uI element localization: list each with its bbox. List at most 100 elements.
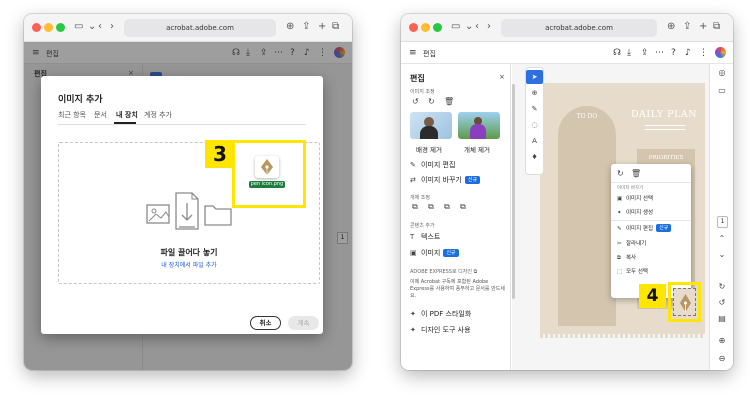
generate-image-item[interactable]: ✦ 이미지 생성 (617, 208, 653, 216)
continue-button[interactable]: 계속 (288, 316, 319, 330)
share-icon[interactable]: ⇪ (683, 20, 691, 34)
chevron-down-icon[interactable]: ⌄ (465, 20, 473, 34)
new-tab-icon[interactable]: + (699, 20, 707, 34)
stylize-pdf-item[interactable]: ✦ 이 PDF 스타일화 (410, 309, 471, 319)
arrange-front-icon[interactable]: ⧉ (412, 202, 418, 212)
headphones-icon[interactable]: ☊ (613, 46, 621, 60)
rotate-page-icon[interactable]: ↺ (710, 298, 733, 307)
url-text: acrobat.adobe.com (166, 24, 234, 32)
cut-item[interactable]: ✂ 잘라내기 (617, 239, 646, 247)
placed-image[interactable] (673, 288, 696, 316)
maximize-window-button[interactable] (433, 23, 442, 32)
help-icon[interactable]: ? (671, 46, 676, 60)
pen-tool-icon[interactable]: ✎ (526, 105, 543, 113)
forward-icon[interactable]: › (487, 20, 491, 34)
page-down-icon[interactable]: ⌄ (710, 250, 733, 259)
apps-grid-icon[interactable]: ⋮ (699, 46, 708, 60)
section-image-adjust: 이미지 조정 (410, 89, 435, 95)
copy-icon: ⧉ (617, 255, 621, 261)
group-icon[interactable]: ⧉ (444, 202, 450, 212)
trash-icon[interactable]: 🗑 (631, 169, 641, 178)
page-icon[interactable]: ▤ (710, 314, 733, 323)
replace-image-item[interactable]: ⇄ 이미지 바꾸기 신규 (410, 175, 481, 185)
zoom-in-icon[interactable]: ⊕ (710, 336, 733, 345)
rotate-right-icon[interactable]: ↻ (428, 97, 435, 106)
back-icon[interactable]: ‹ (475, 20, 479, 34)
minimize-window-button[interactable] (44, 23, 53, 32)
rotate-icon[interactable]: ↻ (617, 169, 624, 178)
rotate-left-icon[interactable]: ↺ (412, 97, 419, 106)
add-from-device-link[interactable]: 내 장치에서 파일 추가 (59, 260, 319, 269)
address-bar[interactable]: acrobat.adobe.com (501, 19, 657, 37)
add-text-item[interactable]: T 텍스트 (410, 232, 440, 242)
lasso-tool-icon[interactable]: ◌ (526, 121, 543, 129)
share-icon[interactable]: ⇪ (641, 46, 649, 60)
text-tool-icon[interactable]: A (526, 137, 543, 145)
tabs-overview-icon[interactable]: ⧉ (332, 20, 339, 34)
sidebar-toggle-icon[interactable]: ▭ (451, 20, 460, 34)
copy-item[interactable]: ⧉ 복사 (617, 253, 636, 262)
edit-image-icon: ✎ (617, 226, 622, 232)
bell-icon[interactable]: ♪ (685, 46, 691, 60)
tab-my-device[interactable]: 내 장치 (116, 110, 138, 120)
page-up-icon[interactable]: ⌃ (710, 234, 733, 243)
select-tool-icon[interactable]: ➤ (526, 70, 543, 84)
section-object-adjust: 개체 조정 (410, 195, 430, 201)
right-tool-bar: ◎ ▭ 1 ⌃ ⌄ ↻ ↺ ▤ ⊕ ⊖ (709, 64, 733, 370)
panel-scrollbar[interactable] (512, 84, 515, 299)
tab-recent[interactable]: 최근 항목 (58, 110, 86, 120)
new-tab-icon[interactable]: + (318, 20, 326, 34)
tab-documents[interactable]: 문서 (94, 110, 107, 120)
remove-object-thumbnail[interactable] (458, 112, 500, 139)
panel-close-icon[interactable]: × (499, 73, 505, 81)
download-icon[interactable]: ⊕ (667, 20, 675, 34)
more-icon[interactable]: ⋯ (655, 46, 664, 60)
comment-icon[interactable]: ▭ (710, 86, 733, 95)
menu-icon[interactable]: ≡ (409, 46, 417, 60)
zoom-tool-icon[interactable]: ⊕ (526, 89, 543, 97)
chevron-down-icon[interactable]: ⌄ (88, 20, 96, 34)
replace-image-section: 이미지 바꾸기 (617, 186, 644, 191)
document-title: DAILY PLAN (630, 109, 698, 120)
cancel-button[interactable]: 취소 (250, 316, 281, 330)
edit-panel: 편집 × 이미지 조정 ↺ ↻ 🗑 배경 제거 개체 제거 ✎ 이미지 편집 ⇄ 이… (401, 64, 511, 370)
select-all-item[interactable]: ⬚ 모두 선택 (617, 267, 648, 275)
page-number-box[interactable]: 1 (717, 216, 728, 228)
address-bar[interactable]: acrobat.adobe.com (124, 19, 276, 37)
design-tool-item[interactable]: ✦ 디자인 도구 사용 (410, 325, 471, 335)
arrange-back-icon[interactable]: ⧉ (428, 202, 434, 212)
back-icon[interactable]: ‹ (98, 20, 102, 34)
download-icon[interactable]: ⤓ (627, 46, 631, 60)
tabs-overview-icon[interactable]: ⧉ (713, 20, 720, 34)
avatar[interactable] (715, 47, 726, 58)
edit-image-item[interactable]: ✎ 이미지 편집 신규 (617, 224, 672, 232)
remove-background-thumbnail[interactable] (410, 112, 452, 139)
design-tool-icon: ✦ (410, 326, 416, 334)
dragged-file-name: pen icon.png (249, 181, 285, 188)
priorities-heading: PRIORITIES (648, 155, 684, 161)
edit-image-item[interactable]: ✎ 이미지 편집 (410, 160, 455, 170)
todo-heading: TO DO (576, 113, 598, 120)
refresh-icon[interactable]: ↻ (710, 282, 733, 291)
minimize-window-button[interactable] (421, 23, 430, 32)
vertical-tool-bar: ➤ ⊕ ✎ ◌ A ♦ (526, 68, 543, 174)
ungroup-icon[interactable]: ⧉ (460, 202, 466, 212)
add-image-item[interactable]: ▣ 이미지 신규 (410, 248, 459, 258)
close-window-button[interactable] (409, 23, 418, 32)
choose-image-item[interactable]: ▣ 이미지 선택 (617, 194, 653, 202)
stamp-tool-icon[interactable]: ♦ (526, 153, 543, 161)
download-icon[interactable]: ⊕ (286, 20, 294, 34)
close-window-button[interactable] (32, 23, 41, 32)
dialog-title: 이미지 추가 (58, 95, 103, 105)
maximize-window-button[interactable] (56, 23, 65, 32)
zoom-out-icon[interactable]: ⊖ (710, 354, 733, 363)
trash-icon[interactable]: 🗑 (444, 97, 454, 106)
right-browser-window: ▭ ⌄ ‹ › acrobat.adobe.com ⊕ ⇪ + ⧉ ≡ 편집 ☊… (401, 14, 733, 370)
dragged-file-thumbnail[interactable] (255, 156, 279, 178)
tab-add-account[interactable]: 계정 추가 (144, 110, 172, 120)
share-icon[interactable]: ⇪ (302, 20, 310, 34)
forward-icon[interactable]: › (110, 20, 114, 34)
sidebar-toggle-icon[interactable]: ▭ (74, 20, 83, 34)
external-link-icon[interactable]: ⧉ (474, 269, 478, 275)
ai-assistant-icon[interactable]: ◎ (710, 68, 733, 77)
